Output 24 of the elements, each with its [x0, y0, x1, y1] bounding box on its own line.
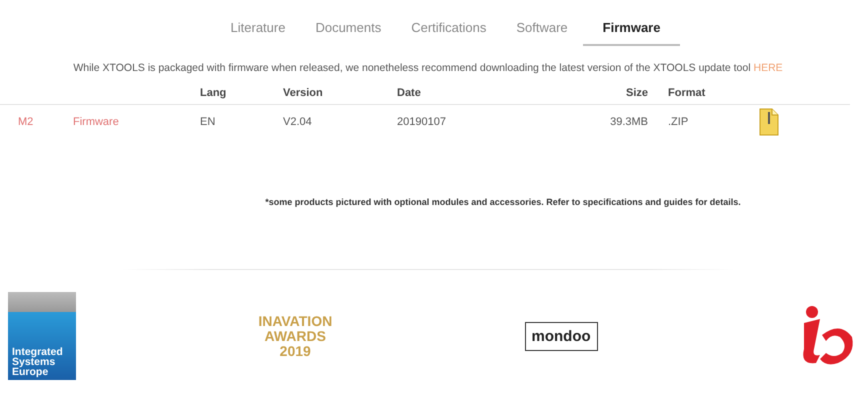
table-cell-text: 39.3MB	[609, 116, 648, 128]
table-cell-text: EN	[200, 116, 216, 128]
tab[interactable]: Literature	[216, 0, 300, 46]
column-header: Version	[283, 87, 324, 99]
column-header: Date	[397, 87, 422, 99]
tab[interactable]: Firmware	[582, 0, 680, 46]
notice-text: While XTOOLS is packaged with firmware when released, we nonetheless recommend downloading the latest version of the XTOOLS update tool HERE	[72, 62, 784, 74]
mondoo-logo: mondoo	[524, 322, 598, 350]
footnote: *some products pictured with optional modules and accessories. Refer to specifications and guides for details.	[264, 197, 742, 207]
tab[interactable]: Software	[501, 0, 583, 46]
table-cell-text: V2.04	[283, 116, 313, 128]
table-cell-text: Firmware	[73, 116, 120, 128]
here-link[interactable]: HERE	[753, 62, 783, 74]
sponsor-logo: Integrated Systems Europe	[8, 292, 76, 380]
table-cell-text: .ZIP	[667, 116, 690, 128]
tab[interactable]: Documents	[300, 0, 396, 46]
award-logo: INAVATION AWARDS 2019	[258, 314, 332, 358]
column-header: Size	[624, 87, 648, 99]
zip-file-icon[interactable]	[759, 108, 779, 136]
tab[interactable]: Certifications	[396, 0, 502, 46]
table-cell-text: M2	[18, 116, 34, 128]
column-header: Lang	[200, 87, 228, 99]
table-cell-text: 20190107	[397, 116, 447, 128]
column-header: Format	[667, 87, 706, 99]
